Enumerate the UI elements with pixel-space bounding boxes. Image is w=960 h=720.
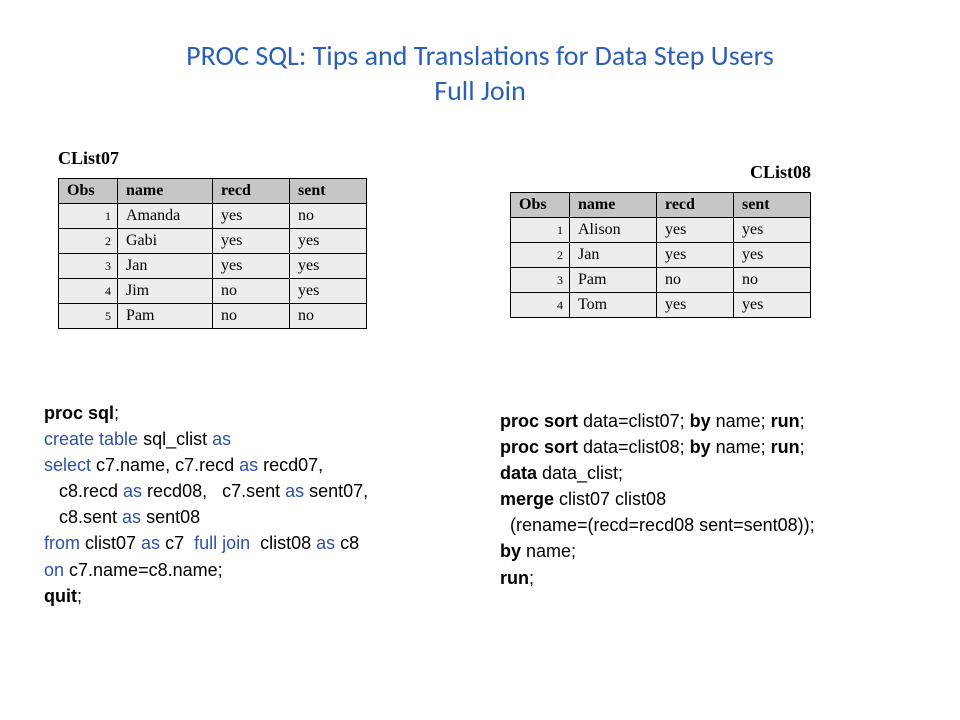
code-line: data data_clist; bbox=[500, 460, 930, 486]
datastep-code-block: proc sort data=clist07; by name; run; pr… bbox=[500, 408, 930, 591]
table-header-row: Obs name recd sent bbox=[511, 193, 811, 218]
code-line: select c7.name, c7.recd as recd07, bbox=[44, 452, 474, 478]
right-table: Obs name recd sent 1Alisonyesyes 2Janyes… bbox=[510, 192, 811, 318]
col-obs: Obs bbox=[511, 193, 570, 218]
code-line: (rename=(recd=recd08 sent=sent08)); bbox=[500, 512, 930, 538]
table-row: 4Jimnoyes bbox=[59, 279, 367, 304]
code-line: proc sql; bbox=[44, 400, 474, 426]
code-line: c8.sent as sent08 bbox=[44, 504, 474, 530]
col-name: name bbox=[570, 193, 657, 218]
col-sent: sent bbox=[290, 179, 367, 204]
table-header-row: Obs name recd sent bbox=[59, 179, 367, 204]
code-line: from clist07 as c7 full join clist08 as … bbox=[44, 530, 474, 556]
code-line: proc sort data=clist07; by name; run; bbox=[500, 408, 930, 434]
col-recd: recd bbox=[657, 193, 734, 218]
code-line: c8.recd as recd08, c7.sent as sent07, bbox=[44, 478, 474, 504]
table-row: 1Alisonyesyes bbox=[511, 218, 811, 243]
code-line: create table sql_clist as bbox=[44, 426, 474, 452]
col-name: name bbox=[118, 179, 213, 204]
code-line: run; bbox=[500, 565, 930, 591]
code-line: quit; bbox=[44, 583, 474, 609]
sql-code-block: proc sql; create table sql_clist as sele… bbox=[44, 400, 474, 609]
col-obs: Obs bbox=[59, 179, 118, 204]
col-sent: sent bbox=[734, 193, 811, 218]
table-row: 4Tomyesyes bbox=[511, 293, 811, 318]
right-table-caption: CList08 bbox=[750, 162, 811, 183]
table-row: 2Gabiyesyes bbox=[59, 229, 367, 254]
left-table: Obs name recd sent 1Amandayesno 2Gabiyes… bbox=[58, 178, 367, 329]
col-recd: recd bbox=[213, 179, 290, 204]
table-row: 1Amandayesno bbox=[59, 204, 367, 229]
table-row: 3Janyesyes bbox=[59, 254, 367, 279]
code-line: by name; bbox=[500, 538, 930, 564]
code-line: merge clist07 clist08 bbox=[500, 486, 930, 512]
code-line: proc sort data=clist08; by name; run; bbox=[500, 434, 930, 460]
title-line2: Full Join bbox=[434, 73, 526, 108]
left-table-caption: CList07 bbox=[58, 148, 119, 169]
title-line1: PROC SQL: Tips and Translations for Data… bbox=[186, 38, 774, 73]
code-line: on c7.name=c8.name; bbox=[44, 557, 474, 583]
slide-title: PROC SQL: Tips and Translations for Data… bbox=[0, 0, 960, 108]
table-row: 2Janyesyes bbox=[511, 243, 811, 268]
table-row: 5Pamnono bbox=[59, 304, 367, 329]
table-row: 3Pamnono bbox=[511, 268, 811, 293]
